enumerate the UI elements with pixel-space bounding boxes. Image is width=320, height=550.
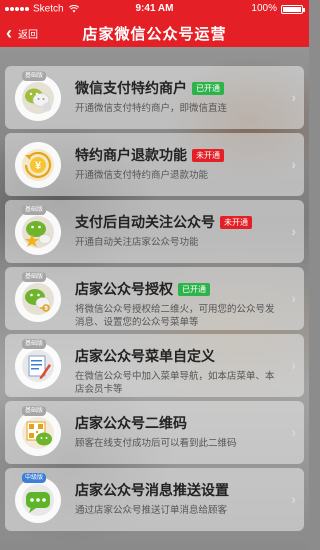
item-description: 开通微信支付特约商户退款功能 [75,170,209,181]
list-item-merchant-refund[interactable]: ¥ 特约商户退款功能 未开通 开通微信支付特约商户退款功能 › [5,133,304,196]
list-item-custom-menu[interactable]: 基础版 店家公众号菜单自定义 在微信公众号中加入菜单导航，如本店菜单、本店会员卡… [5,334,304,397]
level-badge: 基础版 [22,205,47,215]
level-badge: 基础版 [22,71,47,81]
wechat-key-icon [15,276,61,322]
chevron-right-icon: › [291,491,296,507]
header-bar: Sketch 9:41 AM 100% ‹ 返回 店家微信公众号运营 [0,0,309,47]
item-description: 顾客在线支付成功后可以看到此二维码 [75,438,237,449]
qrcode-wechat-icon [15,410,61,456]
item-title: 微信支付特约商户 [75,80,187,96]
item-description: 开通自动关注店家公众号功能 [75,237,199,248]
status-badge: 未开通 [220,215,252,229]
level-badge: 基础版 [22,272,47,282]
list-item-qrcode[interactable]: 基础版 店家公众号二维码 顾客在线支付成功后可以看到此二维码 › [5,401,304,464]
level-badge: 基础版 [22,339,47,349]
list-item-account-authorization[interactable]: 基础版 店家公众号授权 已开通 将微信公众号授权给二维火，可用您的公众号发消息、… [5,267,304,330]
item-title: 店家公众号菜单自定义 [75,348,215,364]
battery-percent: 100% [251,3,277,14]
item-description: 将微信公众号授权给二维火，可用您的公众号发消息、设置您的公众号菜单等 [75,304,275,328]
message-push-icon [15,477,61,523]
item-description: 开通微信支付特约商户，即微信直连 [75,103,228,114]
wechat-pay-icon [15,75,61,121]
chevron-right-icon: › [291,424,296,440]
level-badge: 中级版 [22,473,47,483]
item-title: 特约商户退款功能 [75,147,187,163]
status-badge: 未开通 [192,148,224,162]
status-badge: 已开通 [192,81,224,95]
page-title: 店家微信公众号运营 [82,26,227,43]
chevron-right-icon: › [291,357,296,373]
battery-icon [281,5,305,14]
chevron-right-icon: › [291,156,296,172]
menu-edit-icon [15,343,61,389]
item-title: 店家公众号二维码 [75,415,187,431]
item-title: 店家公众号授权 [75,281,173,297]
status-badge: 已开通 [178,282,210,296]
level-badge: 基础版 [22,406,47,416]
refund-yen-icon: ¥ [15,142,61,188]
nav-bar: ‹ 返回 店家微信公众号运营 [0,18,309,47]
item-title: 支付后自动关注公众号 [75,214,215,230]
list-item-wechat-pay-merchant[interactable]: 基础版 微信支付特约商户 已开通 开通微信支付特约商户，即微信直连 › [5,66,304,129]
chevron-right-icon: › [291,89,296,105]
list-item-message-push[interactable]: 中级版 店家公众号消息推送设置 通过店家公众号推送订单消息给顾客 › [5,468,304,531]
list-item-auto-follow[interactable]: 基础版 支付后自动关注公众号 未开通 开通自动关注店家公众号功能 › [5,200,304,263]
chevron-right-icon: › [291,290,296,306]
auto-follow-star-icon [15,209,61,255]
chevron-right-icon: › [291,223,296,239]
status-bar: Sketch 9:41 AM 100% [0,0,309,18]
item-description: 在微信公众号中加入菜单导航，如本店菜单、本店会员卡等 [75,371,275,395]
item-title: 店家公众号消息推送设置 [75,482,229,498]
svg-text:¥: ¥ [35,160,42,172]
item-description: 通过店家公众号推送订单消息给顾客 [75,505,228,516]
